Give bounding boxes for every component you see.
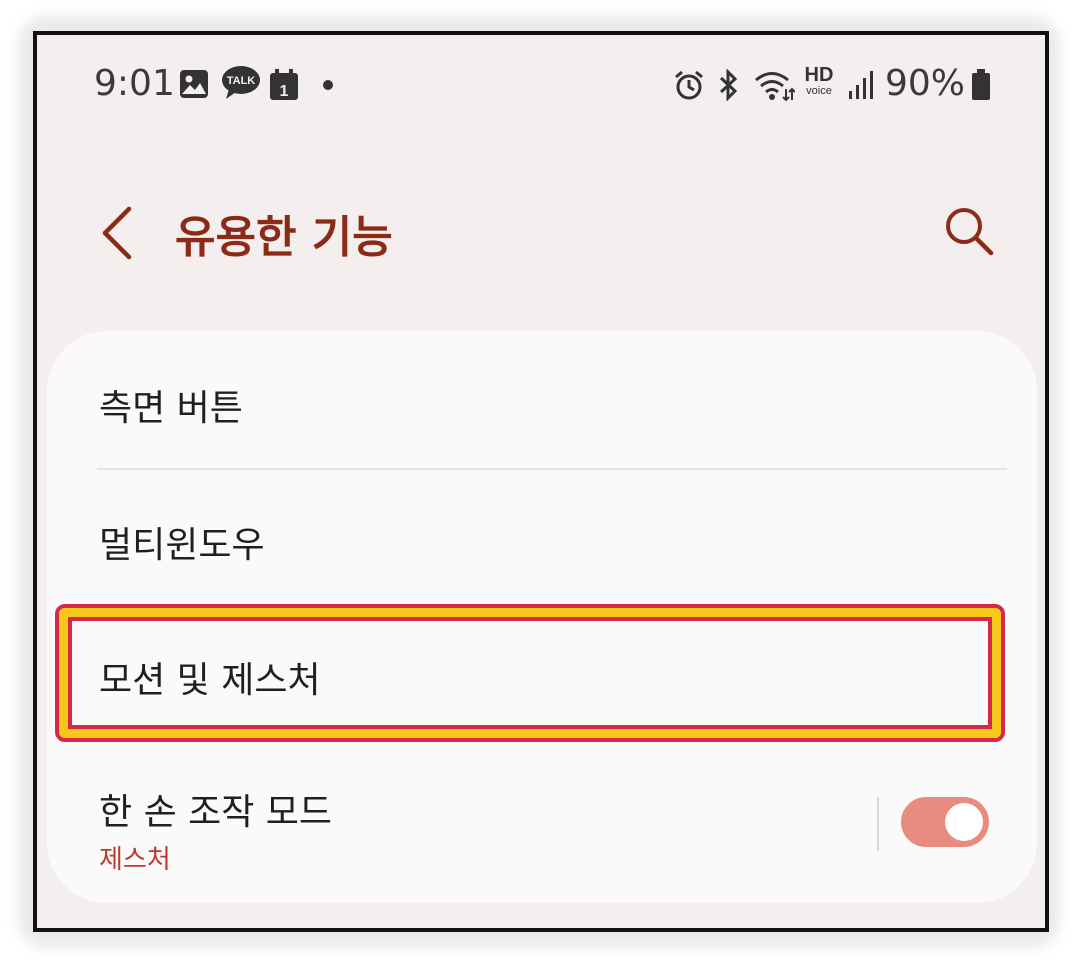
bluetooth-icon: [719, 69, 738, 101]
menu-item-multi-window[interactable]: 멀티윈도우: [47, 470, 1037, 607]
hd-voice-icon: HD voice: [799, 65, 839, 101]
battery-icon: [972, 69, 990, 100]
signal-icon: [849, 71, 873, 99]
menu-item-sublabel: 제스처: [99, 845, 171, 875]
toggle-knob: [945, 803, 983, 841]
chevron-left-icon[interactable]: [95, 203, 145, 263]
menu-item-label: 멀티윈도우: [99, 525, 265, 566]
toggle-separator: [877, 797, 879, 851]
status-time: 9:01: [94, 63, 175, 104]
kakaotalk-icon: TALK: [222, 66, 260, 99]
voice-label: voice: [806, 85, 832, 97]
status-bar: 9:01 TALK 1 HD voice 90%: [37, 35, 1045, 135]
battery-percent: 90%: [885, 63, 966, 104]
menu-item-label: 측면 버튼: [99, 388, 243, 429]
alarm-icon: [675, 70, 703, 100]
page-title: 유용한 기능: [175, 212, 393, 263]
highlight-inner-border: [68, 617, 992, 729]
phone-screen: 9:01 TALK 1 HD voice 90% 유용한 기능 측면 버튼 멀티…: [33, 31, 1049, 932]
kakaotalk-label: TALK: [227, 75, 256, 87]
calendar-icon: 1: [270, 69, 298, 100]
wifi-icon: [755, 72, 795, 102]
gallery-icon: [180, 70, 208, 98]
one-handed-mode-toggle[interactable]: [901, 797, 989, 847]
search-icon[interactable]: [941, 203, 997, 259]
calendar-day: 1: [280, 83, 289, 100]
menu-item-side-button[interactable]: 측면 버튼: [47, 331, 1037, 468]
menu-item-label: 한 손 조작 모드: [99, 792, 333, 833]
dot-icon: [323, 80, 333, 90]
menu-item-one-handed-mode[interactable]: 한 손 조작 모드 제스처: [47, 755, 1037, 903]
hd-label: HD: [804, 64, 834, 86]
